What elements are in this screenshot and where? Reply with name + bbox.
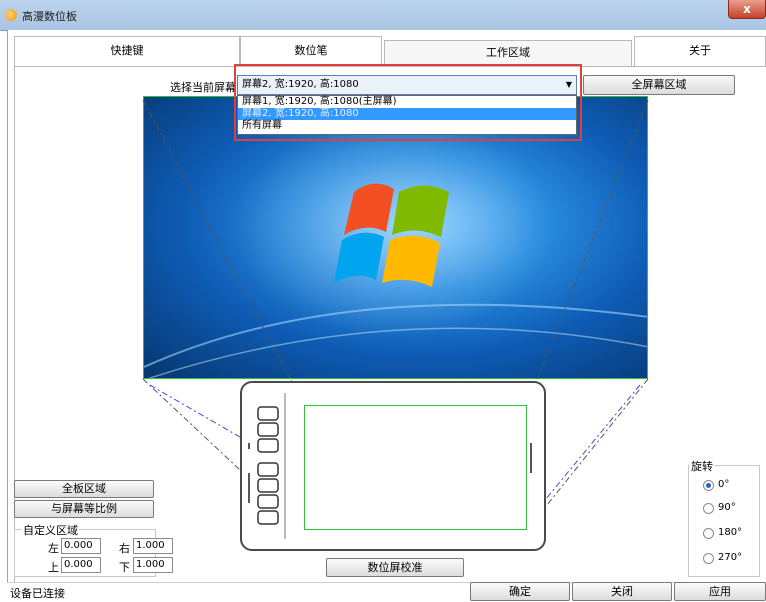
rotation-180-radio[interactable] [703, 528, 714, 539]
screen-select-label: 选择当前屏幕 [170, 81, 236, 94]
rotation-title: 旋转 [690, 458, 714, 474]
custom-area-title: 自定义区域 [22, 522, 79, 538]
apply-button[interactable]: 应用 [674, 582, 766, 601]
right-input[interactable]: 1.000 [133, 538, 173, 554]
status-text: 设备已连接 [10, 587, 65, 600]
highlight-annotation [234, 64, 582, 141]
rotation-90-label: 90° [718, 502, 736, 513]
bottom-label: 下 [119, 561, 130, 574]
calibrate-button[interactable]: 数位屏校准 [326, 558, 464, 577]
full-board-button[interactable]: 全板区域 [14, 480, 154, 498]
close-dialog-button[interactable]: 关闭 [572, 582, 672, 601]
ok-button[interactable]: 确定 [470, 582, 570, 601]
rotation-90-radio[interactable] [703, 503, 714, 514]
left-label: 左 [48, 542, 59, 555]
bottom-input[interactable]: 1.000 [133, 557, 173, 573]
rotation-180-label: 180° [718, 527, 743, 538]
rotation-0-radio[interactable] [703, 480, 714, 491]
rotation-0-label: 0° [718, 479, 730, 490]
top-label: 上 [48, 561, 59, 574]
tablet-active-area[interactable] [304, 405, 527, 530]
screen-ratio-button[interactable]: 与屏幕等比例 [14, 500, 154, 518]
top-input[interactable]: 0.000 [61, 557, 101, 573]
rotation-270-label: 270° [718, 552, 743, 563]
right-label: 右 [119, 542, 130, 555]
left-input[interactable]: 0.000 [61, 538, 101, 554]
rotation-270-radio[interactable] [703, 553, 714, 564]
